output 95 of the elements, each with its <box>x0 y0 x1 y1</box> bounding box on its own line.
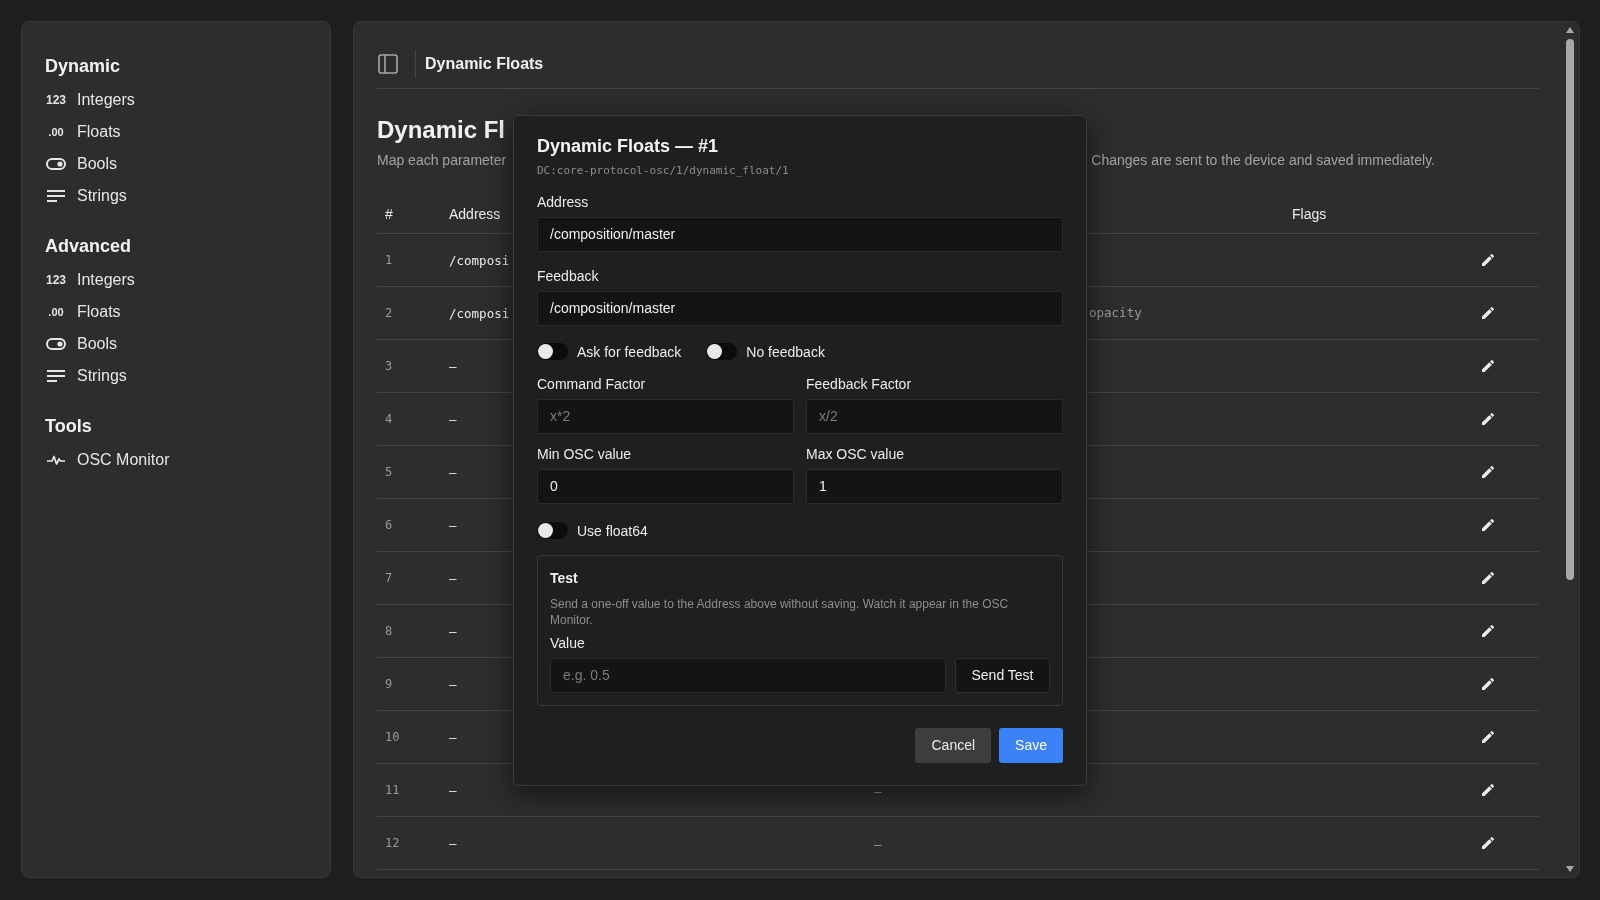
address-text: – <box>448 782 457 798</box>
test-hint: Send a one-off value to the Address above without saving. Watch it appear in the OSC Monitor. <box>550 595 1010 628</box>
digits-icon: 123 <box>46 274 66 286</box>
column-header: Flags <box>1291 205 1327 222</box>
row-number: 3 <box>384 359 393 373</box>
nav-item[interactable]: Strings <box>45 180 127 212</box>
column-text: – <box>873 839 882 851</box>
cancel-button[interactable]: Cancel <box>915 727 992 763</box>
pencil-icon <box>1482 307 1494 319</box>
switch-label: No feedback <box>746 343 825 360</box>
address-text: /composi <box>448 305 510 321</box>
pencil-icon <box>1482 678 1494 690</box>
pencil-icon <box>1482 254 1494 266</box>
pencil-icon <box>1482 360 1494 372</box>
sidebar-toggle-icon[interactable] <box>378 54 398 74</box>
page-heading: Dynamic Floats <box>425 55 544 73</box>
row-number: 10 <box>384 730 400 744</box>
pencil-icon <box>1482 731 1494 743</box>
nav-item[interactable]: Bools <box>45 148 118 180</box>
page-description: Changes are sent to the device and saved immediately. <box>1091 151 1435 170</box>
dialog-path: DC:core-protocol-osc/1/dynamic_float/1 <box>537 163 790 178</box>
toggle-icon <box>46 338 66 350</box>
row-number: 12 <box>384 836 400 850</box>
pencil-icon <box>1482 413 1494 425</box>
dialog-title: Dynamic Floats — #1 <box>537 134 720 157</box>
field-label: Address <box>537 192 589 211</box>
input-field[interactable]: 0 <box>537 468 794 504</box>
switch-label: Use float64 <box>577 522 648 539</box>
toggle-switch[interactable] <box>537 343 568 360</box>
address-field[interactable]: /composition/master <box>537 216 1063 252</box>
pencil-icon <box>1482 784 1494 796</box>
nav-item[interactable]: Bools <box>45 328 118 360</box>
column-header: # <box>384 205 393 222</box>
nav-item[interactable]: .00 Floats <box>45 116 121 148</box>
input-field[interactable]: 1 <box>806 468 1063 504</box>
row-number: 9 <box>384 677 393 691</box>
toggle-icon <box>46 158 66 170</box>
address-text: – <box>448 517 457 533</box>
row-number: 7 <box>384 571 393 585</box>
column-text: – <box>873 786 882 798</box>
row-number: 11 <box>384 783 400 797</box>
row-number: 8 <box>384 624 393 638</box>
field-label: Command Factor <box>537 374 646 393</box>
row-number: 4 <box>384 412 393 426</box>
field-label: Min OSC value <box>537 444 632 463</box>
address-text: – <box>448 358 457 374</box>
text-lines-icon <box>47 370 65 382</box>
column-text: opacity <box>1088 307 1142 319</box>
decimal-icon: .00 <box>48 126 64 138</box>
field-label: Feedback <box>537 266 599 285</box>
pencil-icon <box>1482 466 1494 478</box>
pencil-icon <box>1482 625 1494 637</box>
text-lines-icon <box>47 190 65 202</box>
address-text: – <box>448 676 457 692</box>
field-label: Feedback Factor <box>806 374 912 393</box>
pencil-icon <box>1482 837 1494 849</box>
test-title: Test <box>550 568 578 587</box>
save-button[interactable]: Save <box>999 727 1063 763</box>
pulse-icon <box>47 455 65 465</box>
page-description: Map each parameter <box>377 151 507 170</box>
row-number: 1 <box>384 253 393 267</box>
address-text: – <box>448 570 457 586</box>
nav-item[interactable]: Strings <box>45 360 127 392</box>
address-text: – <box>448 623 457 639</box>
value-field[interactable]: e.g. 0.5 <box>550 657 946 693</box>
digits-icon: 123 <box>46 94 66 106</box>
row-number: 6 <box>384 518 393 532</box>
input-field[interactable]: x/2 <box>806 398 1063 434</box>
row-number: 5 <box>384 465 393 479</box>
pencil-icon <box>1482 519 1494 531</box>
pencil-icon <box>1482 572 1494 584</box>
field-label: Value <box>550 633 585 652</box>
field-label: Max OSC value <box>806 444 905 463</box>
nav-item[interactable]: OSC Monitor <box>45 444 170 476</box>
feedback-field[interactable]: /composition/master <box>537 290 1063 326</box>
address-text: /composi <box>448 252 510 268</box>
toggle-switch[interactable] <box>706 343 738 360</box>
address-text: – <box>448 464 457 480</box>
nav-item[interactable]: 123 Integers <box>45 84 135 116</box>
address-text: – <box>448 835 457 851</box>
row-number: 2 <box>384 306 393 320</box>
address-text: – <box>448 729 457 745</box>
nav-item[interactable]: 123 Integers <box>45 264 135 296</box>
section-heading: Dynamic <box>45 55 121 77</box>
toggle-switch[interactable] <box>537 522 568 539</box>
section-heading: Tools <box>45 415 92 437</box>
nav-item[interactable]: .00 Floats <box>45 296 121 328</box>
switch-label: Ask for feedback <box>577 343 682 360</box>
input-field[interactable]: x*2 <box>537 398 794 434</box>
decimal-icon: .00 <box>48 306 64 318</box>
section-heading: Advanced <box>45 235 132 257</box>
page-title: Dynamic Fl <box>377 115 506 145</box>
send-test-button[interactable]: Send Test <box>955 657 1050 693</box>
column-header: Address <box>448 205 501 222</box>
address-text: – <box>448 411 457 427</box>
